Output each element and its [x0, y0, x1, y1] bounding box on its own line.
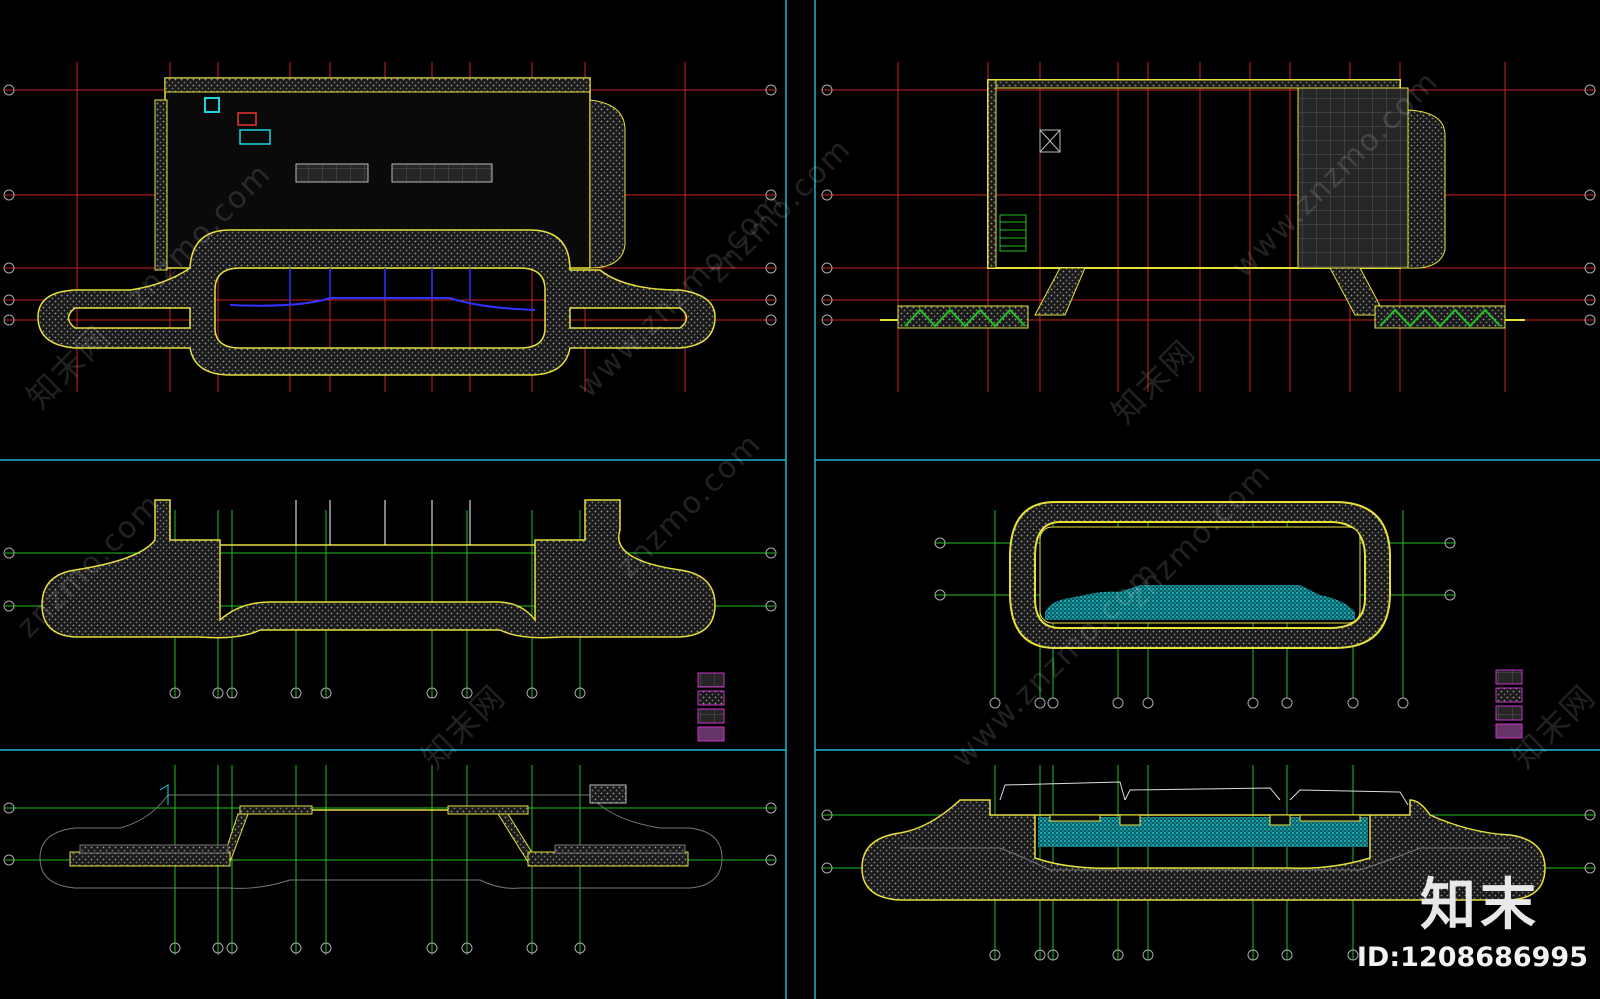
image-id-label: ID:1208686995 [1356, 942, 1588, 973]
panel-top-right-plan [821, 62, 1596, 392]
panel-bottom-left-plan [3, 765, 777, 955]
grid-lines [822, 62, 1595, 392]
dashed-outline [39, 794, 723, 889]
legend-swatches [697, 672, 725, 742]
brand-logo: 知末 [1420, 873, 1540, 938]
panel-top-left-plan [3, 62, 777, 392]
